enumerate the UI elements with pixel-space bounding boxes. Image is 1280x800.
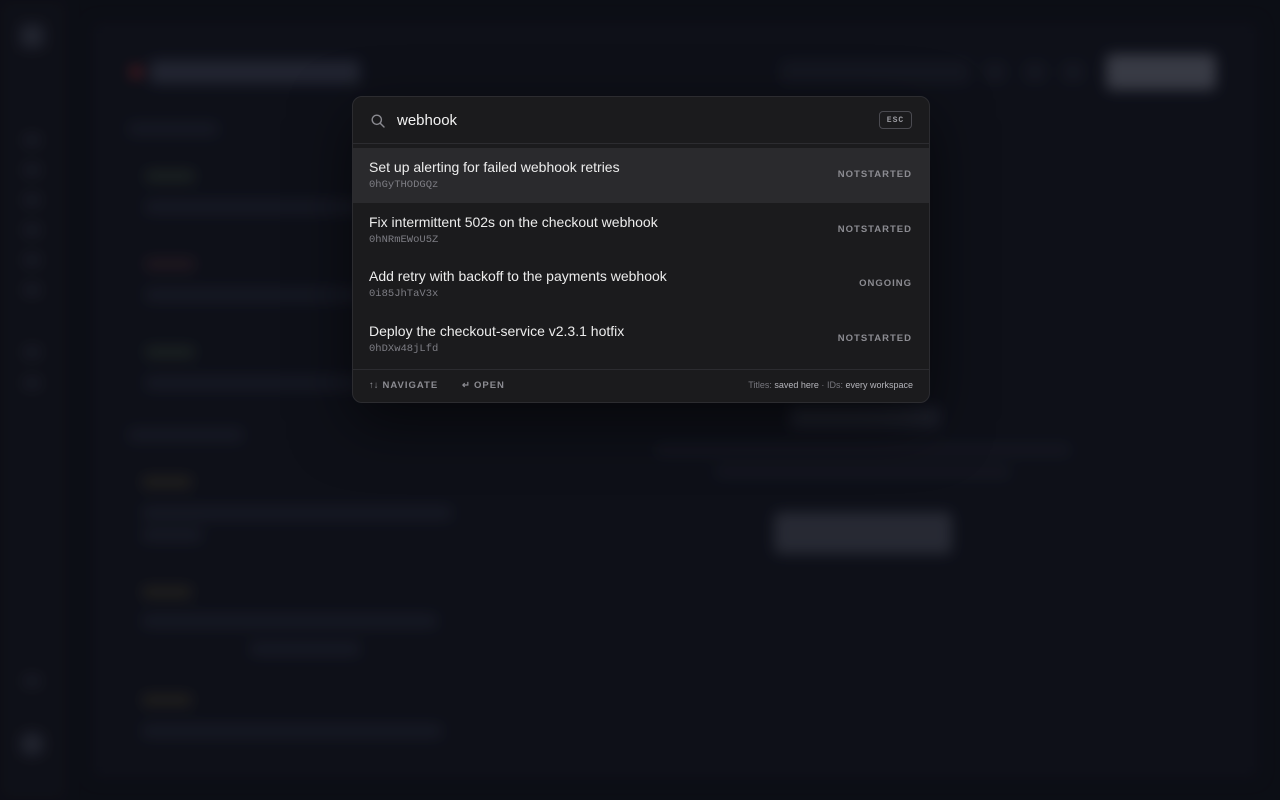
scope-separator: · bbox=[821, 380, 825, 390]
arrow-up-down-icon: ↑↓ bbox=[369, 380, 379, 391]
result-id: 0hGyTHODGQz bbox=[369, 179, 439, 191]
result-id: 0hNRmEWoU5Z bbox=[369, 233, 439, 246]
result-status: NOTSTARTED bbox=[837, 169, 912, 180]
search-scope-note: Titles: saved here · IDs: every workspac… bbox=[748, 380, 913, 390]
result-item[interactable]: Add retry with backoff to the payments w… bbox=[353, 257, 929, 312]
open-hint: ↵ OPEN bbox=[462, 380, 505, 391]
result-id: 0hDXw48jLfd bbox=[369, 342, 439, 355]
result-title: Deploy the checkout-service v2.3.1 hotfi… bbox=[369, 322, 625, 339]
scope-titles-value: saved here bbox=[774, 380, 819, 390]
result-id: 0i85JhTaV3x bbox=[369, 288, 439, 300]
enter-key-icon: ↵ bbox=[462, 380, 470, 391]
esc-key-badge[interactable]: ESC bbox=[879, 111, 912, 129]
command-palette: ESC Set up alerting for failed webhook r… bbox=[352, 96, 930, 403]
results-list: Set up alerting for failed webhook retri… bbox=[353, 148, 929, 366]
result-status: NOTSTARTED bbox=[837, 332, 912, 344]
scope-ids-value: every workspace bbox=[845, 380, 913, 390]
navigate-label: NAVIGATE bbox=[382, 380, 439, 391]
open-label: OPEN bbox=[473, 380, 505, 391]
palette-footer: ↑↓ NAVIGATE ↵ OPEN Titles: saved here · ID… bbox=[353, 369, 929, 402]
result-item[interactable]: Set up alerting for failed webhook retri… bbox=[353, 148, 929, 203]
result-item[interactable]: Fix intermittent 502s on the checkout we… bbox=[353, 203, 929, 258]
search-row: ESC bbox=[353, 97, 929, 144]
result-status: NOTSTARTED bbox=[837, 223, 912, 235]
result-item[interactable]: Deploy the checkout-service v2.3.1 hotfi… bbox=[353, 312, 929, 367]
result-title: Set up alerting for failed webhook retri… bbox=[369, 159, 620, 175]
result-status: ONGOING bbox=[859, 278, 912, 289]
search-icon bbox=[371, 114, 385, 128]
scope-ids-label: IDs: bbox=[826, 380, 843, 390]
navigate-hint: ↑↓ NAVIGATE bbox=[369, 380, 438, 391]
scope-titles-label: Titles: bbox=[748, 380, 772, 390]
result-title: Add retry with backoff to the payments w… bbox=[369, 268, 667, 284]
result-title: Fix intermittent 502s on the checkout we… bbox=[369, 213, 658, 230]
search-input[interactable] bbox=[397, 110, 867, 130]
